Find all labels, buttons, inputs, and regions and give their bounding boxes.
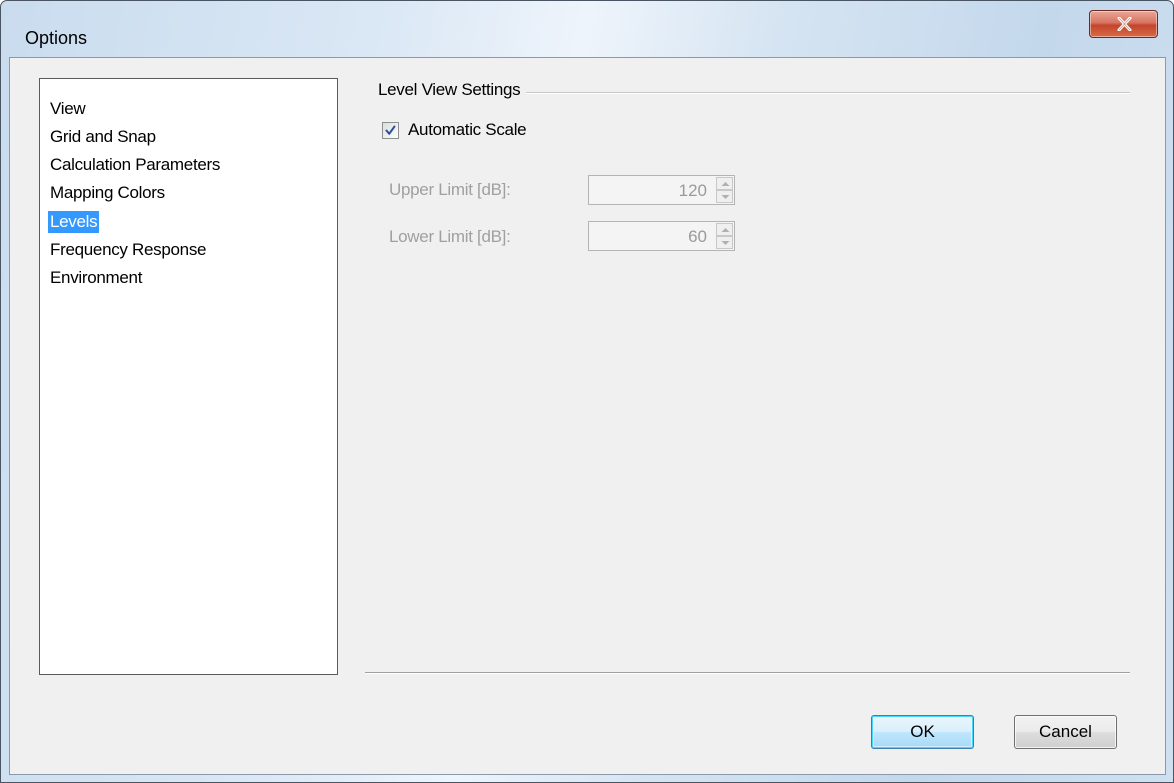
lower-limit-value: 60 bbox=[688, 227, 707, 246]
lower-limit-spin-buttons bbox=[716, 223, 733, 249]
lower-limit-decrement-button[interactable] bbox=[716, 236, 733, 249]
options-dialog: Options View Grid and Snap Calculation P… bbox=[0, 0, 1174, 783]
upper-limit-spin-buttons bbox=[716, 177, 733, 203]
close-button[interactable] bbox=[1089, 10, 1158, 38]
chevron-down-icon bbox=[721, 195, 730, 199]
options-category-list[interactable]: View Grid and Snap Calculation Parameter… bbox=[39, 78, 338, 675]
title-bar[interactable]: Options bbox=[1, 1, 1173, 57]
lower-limit-spinbox[interactable]: 60 bbox=[588, 221, 735, 251]
window-title: Options bbox=[25, 28, 88, 48]
chevron-up-icon bbox=[721, 228, 730, 232]
cancel-button[interactable]: Cancel bbox=[1014, 715, 1117, 749]
upper-limit-label: Upper Limit [dB]: bbox=[389, 180, 511, 199]
ok-button[interactable]: OK bbox=[871, 715, 974, 749]
checkmark-icon bbox=[385, 125, 396, 135]
category-item-mapping-colors[interactable]: Mapping Colors bbox=[48, 182, 167, 204]
close-icon bbox=[1117, 17, 1132, 31]
dialog-client-area: View Grid and Snap Calculation Parameter… bbox=[9, 57, 1166, 775]
upper-limit-decrement-button[interactable] bbox=[716, 190, 733, 203]
chevron-up-icon bbox=[721, 182, 730, 186]
chevron-down-icon bbox=[721, 241, 730, 245]
upper-limit-increment-button[interactable] bbox=[716, 177, 733, 190]
lower-limit-label: Lower Limit [dB]: bbox=[389, 227, 511, 246]
automatic-scale-checkbox[interactable] bbox=[382, 122, 399, 139]
upper-limit-value: 120 bbox=[678, 181, 707, 200]
category-item-calculation-parameters[interactable]: Calculation Parameters bbox=[48, 154, 222, 176]
category-item-grid-and-snap[interactable]: Grid and Snap bbox=[48, 126, 158, 148]
category-item-view[interactable]: View bbox=[48, 98, 87, 120]
automatic-scale-label[interactable]: Automatic Scale bbox=[408, 120, 527, 140]
level-view-settings-title: Level View Settings bbox=[378, 80, 527, 100]
lower-limit-increment-button[interactable] bbox=[716, 223, 733, 236]
category-item-levels[interactable]: Levels bbox=[48, 211, 100, 233]
bottom-separator bbox=[365, 672, 1130, 674]
upper-limit-spinbox[interactable]: 120 bbox=[588, 175, 735, 205]
category-item-frequency-response[interactable]: Frequency Response bbox=[48, 239, 208, 261]
category-item-environment[interactable]: Environment bbox=[48, 267, 144, 289]
